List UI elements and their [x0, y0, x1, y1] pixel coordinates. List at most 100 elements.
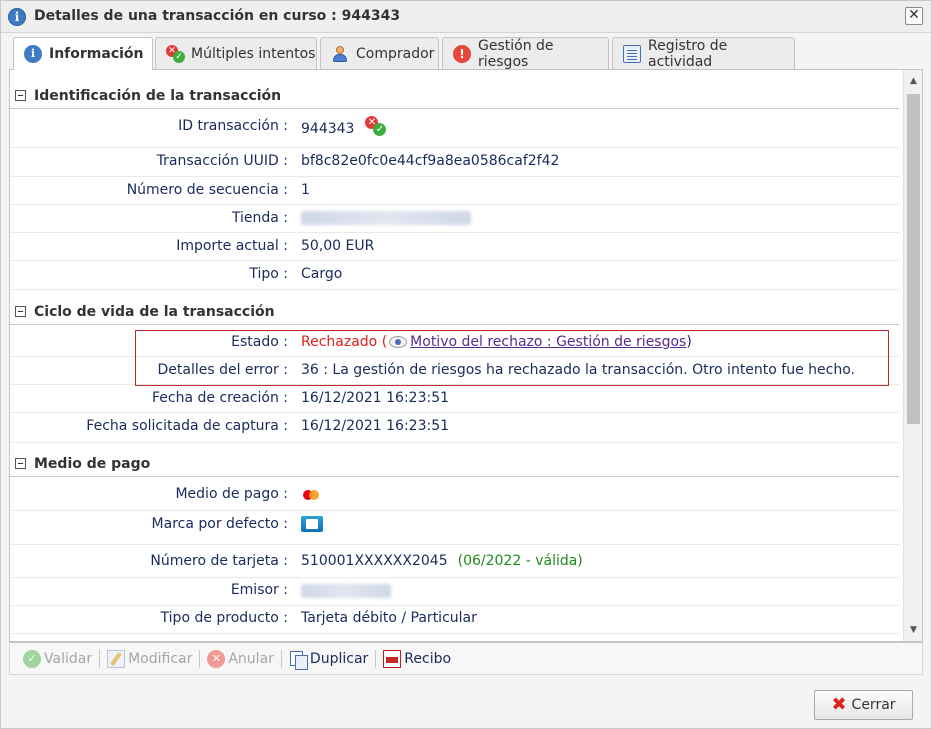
cancel-icon: ✕: [207, 649, 226, 668]
tab-gestion-riesgos[interactable]: ! Gestión de riesgos: [442, 37, 609, 70]
row-label: Tipo de producto :: [160, 610, 288, 626]
info-icon: i: [8, 8, 26, 26]
multiple-attempts-icon: ✕ ✓: [166, 44, 185, 63]
row-value: bf8c82e0fc0e44cf9a8ea0586caf2f42: [301, 153, 560, 169]
card-validity: (06/2022 - válida): [457, 553, 583, 569]
status-rejected: Rechazado: [301, 334, 378, 350]
row-value: 944343 ✕ ✓: [301, 116, 387, 139]
row-value: Cargo: [301, 266, 343, 282]
transaction-details-dialog: i Detalles de una transacción en curso :…: [0, 0, 932, 729]
row-label: Fecha de creación :: [152, 390, 288, 406]
row-emisor: Emisor :: [10, 578, 899, 606]
row-value: Rechazado ( Motivo del rechazo : Gestión…: [301, 334, 692, 350]
section-title: Identificación de la transacción: [34, 87, 282, 104]
row-importe-actual: Importe actual : 50,00 EUR: [10, 233, 899, 261]
row-value: 16/12/2021 16:23:51: [301, 418, 450, 434]
rejection-reason-link[interactable]: Motivo del rechazo : Gestión de riesgos: [410, 334, 686, 350]
close-icon: ✖: [831, 694, 847, 715]
scroll-up-icon[interactable]: ▲: [904, 72, 923, 90]
row-tipo: Tipo : Cargo: [10, 261, 899, 290]
row-label: Detalles del error :: [157, 362, 288, 378]
tab-label: Registro de actividad: [648, 37, 728, 70]
section-title: Medio de pago: [34, 455, 151, 472]
row-value: 1: [301, 182, 310, 198]
row-value: 510001XXXXXX2045 (06/2022 - válida): [301, 553, 583, 569]
tab-informacion[interactable]: i Información: [13, 37, 153, 70]
tab-multiples-intentos[interactable]: ✕ ✓ Múltiples intentos: [155, 37, 317, 69]
collapse-icon[interactable]: [15, 90, 26, 101]
action-toolbar: ✓ Validar Modificar ✕ Anular Duplicar Re…: [9, 642, 923, 675]
dialog-title: Detalles de una transacción en curso : 9…: [34, 8, 401, 24]
edit-icon: [107, 649, 126, 668]
duplicate-icon: [289, 650, 308, 670]
check-circle-icon: ✓: [23, 649, 41, 668]
toolbar-separator: [280, 649, 282, 668]
details-scroll-area[interactable]: Identificación de la transacción ID tran…: [10, 70, 903, 641]
row-numero-tarjeta: Número de tarjeta : 510001XXXXXX2045 (06…: [10, 545, 899, 578]
row-value: [301, 489, 321, 501]
row-fecha-captura: Fecha solicitada de captura : 16/12/2021…: [10, 413, 899, 443]
tab-label: Gestión de riesgos: [478, 37, 554, 70]
row-label: Emisor :: [230, 582, 288, 598]
section-title: Ciclo de vida de la transacción: [34, 303, 275, 320]
row-label: Número de tarjeta :: [150, 553, 288, 569]
row-value-redacted: [301, 584, 391, 598]
section-ciclo-vida-header[interactable]: Ciclo de vida de la transacción: [10, 299, 899, 325]
cancel-transaction-button[interactable]: ✕ Anular: [202, 647, 279, 671]
toolbar-separator: [199, 649, 201, 668]
close-button[interactable]: ✖ Cerrar: [814, 690, 913, 720]
cb-card-icon: [301, 516, 323, 532]
user-icon: [331, 45, 349, 63]
collapse-icon[interactable]: [15, 306, 26, 317]
row-label: Transacción UUID :: [156, 153, 288, 169]
tab-comprador[interactable]: Comprador: [320, 37, 439, 69]
check-icon: ✓: [373, 123, 387, 136]
row-id-transaccion: ID transacción : 944343 ✕ ✓: [10, 110, 899, 148]
mastercard-icon: [301, 489, 321, 501]
tab-label: Información: [49, 46, 144, 62]
content-panel: Identificación de la transacción ID tran…: [9, 69, 923, 642]
validate-button[interactable]: ✓ Validar: [18, 647, 97, 671]
tab-label: Múltiples intentos: [191, 45, 316, 62]
receipt-button[interactable]: Recibo: [378, 647, 456, 671]
row-estado: Estado : Rechazado ( Motivo del rechazo …: [10, 329, 899, 357]
row-value-redacted: [301, 211, 471, 225]
vertical-scrollbar[interactable]: ▲ ▼: [903, 70, 922, 641]
modify-button[interactable]: Modificar: [102, 647, 197, 671]
row-value: 36 : La gestión de riesgos ha rechazado …: [301, 362, 855, 378]
row-label: Estado :: [231, 334, 288, 350]
scrollbar-thumb[interactable]: [907, 94, 920, 424]
row-value: [301, 516, 323, 532]
row-label: Medio de pago :: [175, 486, 288, 502]
row-value: 16/12/2021 16:23:51: [301, 390, 450, 406]
row-marca-defecto: Marca por defecto :: [10, 511, 899, 545]
scroll-down-icon[interactable]: ▼: [904, 621, 923, 639]
warning-icon: !: [453, 44, 471, 63]
tab-label: Comprador: [356, 45, 435, 62]
row-value: 50,00 EUR: [301, 238, 375, 254]
section-medio-pago-header[interactable]: Medio de pago: [10, 451, 899, 477]
section-identificacion-header[interactable]: Identificación de la transacción: [10, 83, 899, 109]
log-icon: [623, 44, 641, 63]
row-medio-pago: Medio de pago :: [10, 481, 899, 511]
row-label: Tipo :: [249, 266, 288, 282]
row-label: Tienda :: [231, 210, 288, 226]
status-icon: ✕ ✓: [365, 116, 387, 136]
row-tipo-producto: Tipo de producto : Tarjeta débito / Part…: [10, 606, 899, 634]
row-label: Marca por defecto :: [151, 516, 288, 532]
row-fecha-creacion: Fecha de creación : 16/12/2021 16:23:51: [10, 385, 899, 413]
toolbar-separator: [375, 649, 377, 668]
row-label: Fecha solicitada de captura :: [86, 418, 288, 434]
duplicate-button[interactable]: Duplicar: [284, 647, 373, 671]
row-detalles-error: Detalles del error : 36 : La gestión de …: [10, 357, 899, 385]
row-label: ID transacción :: [178, 118, 288, 134]
tab-registro-actividad[interactable]: Registro de actividad: [612, 37, 795, 70]
close-icon[interactable]: ✕: [905, 7, 923, 25]
row-tienda: Tienda :: [10, 205, 899, 233]
eye-icon[interactable]: [389, 336, 408, 348]
row-numero-secuencia: Número de secuencia : 1: [10, 177, 899, 205]
title-bar: i Detalles de una transacción en curso :…: [1, 1, 931, 33]
row-label: Importe actual :: [176, 238, 288, 254]
collapse-icon[interactable]: [15, 458, 26, 469]
row-value: Tarjeta débito / Particular: [301, 610, 477, 626]
